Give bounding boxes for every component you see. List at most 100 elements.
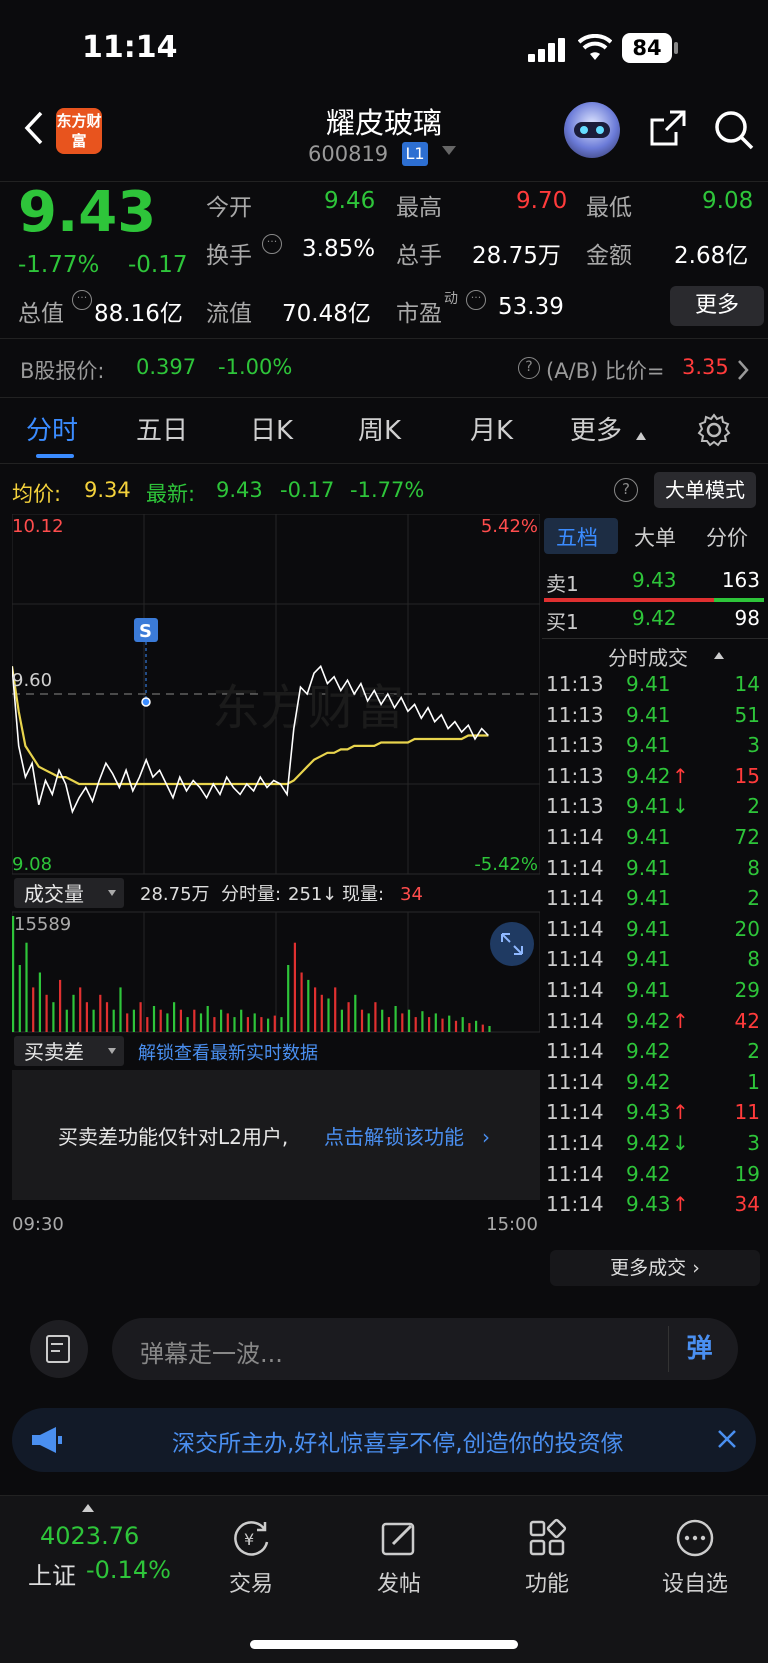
help-icon[interactable]: ? — [518, 357, 540, 379]
gear-icon[interactable] — [696, 412, 732, 448]
tick-time: 11:14 — [546, 978, 604, 1002]
more-ticks-button[interactable]: 更多成交 › — [550, 1250, 760, 1286]
level-badge[interactable]: L1 — [402, 142, 428, 166]
volume-bar — [307, 979, 310, 1032]
more-button[interactable]: 更多 — [670, 286, 764, 326]
tick-volume: 19 — [734, 1161, 760, 1186]
expand-icon[interactable] — [490, 922, 534, 966]
nav-watchlist[interactable]: 设自选 — [640, 1516, 750, 1598]
intraday-chart[interactable]: 东方财富 S 10.12 9.60 9.08 5.42% -5.42% 成交量 … — [10, 513, 541, 1300]
chart-svg[interactable]: 东方财富 S 10.12 9.60 9.08 5.42% -5.42% 成交量 … — [10, 513, 541, 1300]
low-label: 最低 — [586, 195, 632, 221]
b-share-label: B股报价: — [20, 359, 105, 383]
volume-bar — [354, 994, 357, 1032]
tab-daily-k[interactable]: 日K — [250, 410, 293, 447]
active-tab-indicator — [36, 454, 74, 458]
pct-top-label: 5.42% — [481, 516, 538, 537]
tick-row: 11:14 9.42 19 — [542, 1160, 764, 1192]
volume-bar — [293, 942, 296, 1032]
volume-bar — [441, 1018, 444, 1032]
tick-volume: 20 — [734, 916, 760, 941]
volume-bar — [367, 1013, 370, 1032]
chevron-right-icon[interactable] — [736, 359, 750, 381]
robot-assistant-icon[interactable] — [564, 102, 620, 158]
tab-five-levels[interactable]: 五档 — [556, 522, 598, 552]
tab-weekly-k[interactable]: 周K — [358, 410, 401, 447]
volume-bar — [481, 1024, 484, 1032]
info-dots-icon[interactable]: ··· — [72, 290, 92, 310]
nav-post[interactable]: 发帖 — [344, 1516, 454, 1598]
tick-price: 9.43 — [626, 1192, 671, 1217]
danmu-placeholder: 弹幕走一波... — [140, 1340, 283, 1368]
chevron-up-icon[interactable] — [82, 1504, 94, 1512]
volume-bar — [421, 1011, 424, 1032]
tick-arrow: ↑ — [672, 1100, 689, 1125]
index-pct: -0.14% — [86, 1556, 171, 1584]
chevron-down-icon[interactable] — [442, 146, 456, 155]
tab-price-distribution[interactable]: 分价 — [706, 522, 748, 552]
close-icon[interactable] — [716, 1428, 738, 1450]
nav-functions-label: 功能 — [524, 1572, 569, 1597]
volume-bar — [327, 998, 330, 1032]
volume-bar — [25, 942, 28, 1032]
tick-time: 11:14 — [546, 1069, 604, 1094]
volume-bar — [387, 1017, 390, 1032]
nav-trade[interactable]: ¥ 交易 — [196, 1516, 306, 1598]
tab-intraday[interactable]: 分时 — [26, 410, 78, 447]
tick-volume: 51 — [734, 702, 760, 727]
tab-monthly-k[interactable]: 月K — [470, 410, 513, 447]
chevron-right-icon[interactable]: › — [482, 1125, 490, 1149]
danmu-toggle-button[interactable]: 弹 — [668, 1326, 730, 1372]
home-indicator — [250, 1640, 518, 1649]
volume-bar — [401, 1013, 404, 1032]
l2-unlock-link[interactable]: 点击解锁该功能 — [324, 1125, 464, 1149]
chart-tabs: 分时 五日 日K 周K 月K 更多 — [0, 398, 768, 464]
open-label: 今开 — [206, 195, 252, 221]
promo-banner[interactable]: 深交所主办,好礼惊喜享不停,创造你的投资傢 — [12, 1408, 756, 1472]
y-mid-label: 9.60 — [12, 670, 52, 691]
time-start: 09:30 — [12, 1214, 64, 1235]
volume-bar — [273, 1015, 276, 1032]
volume-bar — [475, 1020, 478, 1032]
danmu-input[interactable]: 弹幕走一波... 弹 — [112, 1318, 738, 1380]
volume-bar — [105, 1002, 109, 1032]
tick-volume: 72 — [734, 825, 760, 849]
index-value[interactable]: 4023.76 — [40, 1522, 139, 1550]
volume-bar — [213, 1017, 216, 1032]
y-bottom-label: 9.08 — [12, 854, 52, 875]
tick-time: 11:14 — [546, 1192, 604, 1217]
more-ticks-label: 更多成交 — [610, 1257, 687, 1279]
buy1-label: 买1 — [546, 610, 579, 634]
search-icon[interactable] — [712, 108, 756, 152]
volume-bar — [240, 1009, 243, 1032]
info-dots-icon[interactable]: ··· — [262, 234, 282, 254]
tick-row: 11:14 9.42 2 — [542, 1037, 764, 1069]
help-icon[interactable]: ? — [614, 478, 638, 502]
mcap-label: 总值 — [18, 301, 64, 327]
down-arrow: ↓ — [322, 884, 337, 905]
volume-bar — [65, 1009, 68, 1032]
b-share-row[interactable]: B股报价: 0.397 -1.00% ? (A/B) 比价= 3.35 — [0, 338, 768, 398]
tick-row: 11:14 9.41 20 — [542, 915, 764, 947]
tick-time: 11:14 — [546, 1039, 604, 1064]
ticks-title[interactable]: 分时成交 — [608, 642, 688, 671]
wifi-icon — [578, 34, 612, 60]
tab-more[interactable]: 更多 — [570, 410, 622, 447]
pe-value: 53.39 — [498, 294, 564, 320]
volume-bar — [434, 1013, 437, 1032]
tick-row: 11:13 9.41 14 — [542, 670, 764, 702]
nav-functions[interactable]: 功能 — [492, 1516, 602, 1598]
buy1-row: 买1 9.42 98 — [542, 604, 764, 636]
tab-big-orders[interactable]: 大单 — [634, 522, 676, 552]
big-order-mode-button[interactable]: 大单模式 — [654, 472, 756, 508]
info-dots-icon[interactable]: ··· — [466, 290, 486, 310]
signal-dot — [141, 697, 151, 707]
share-icon[interactable] — [646, 108, 688, 150]
volume-bar — [193, 1009, 196, 1032]
compose-icon[interactable] — [30, 1320, 88, 1378]
tick-arrow: ↑ — [672, 1008, 689, 1033]
tab-five-day[interactable]: 五日 — [136, 410, 188, 447]
tick-volume: 2 — [747, 1039, 760, 1064]
volume-bar — [320, 994, 323, 1032]
unlock-link[interactable]: 解锁查看最新实时数据 — [138, 1043, 318, 1064]
